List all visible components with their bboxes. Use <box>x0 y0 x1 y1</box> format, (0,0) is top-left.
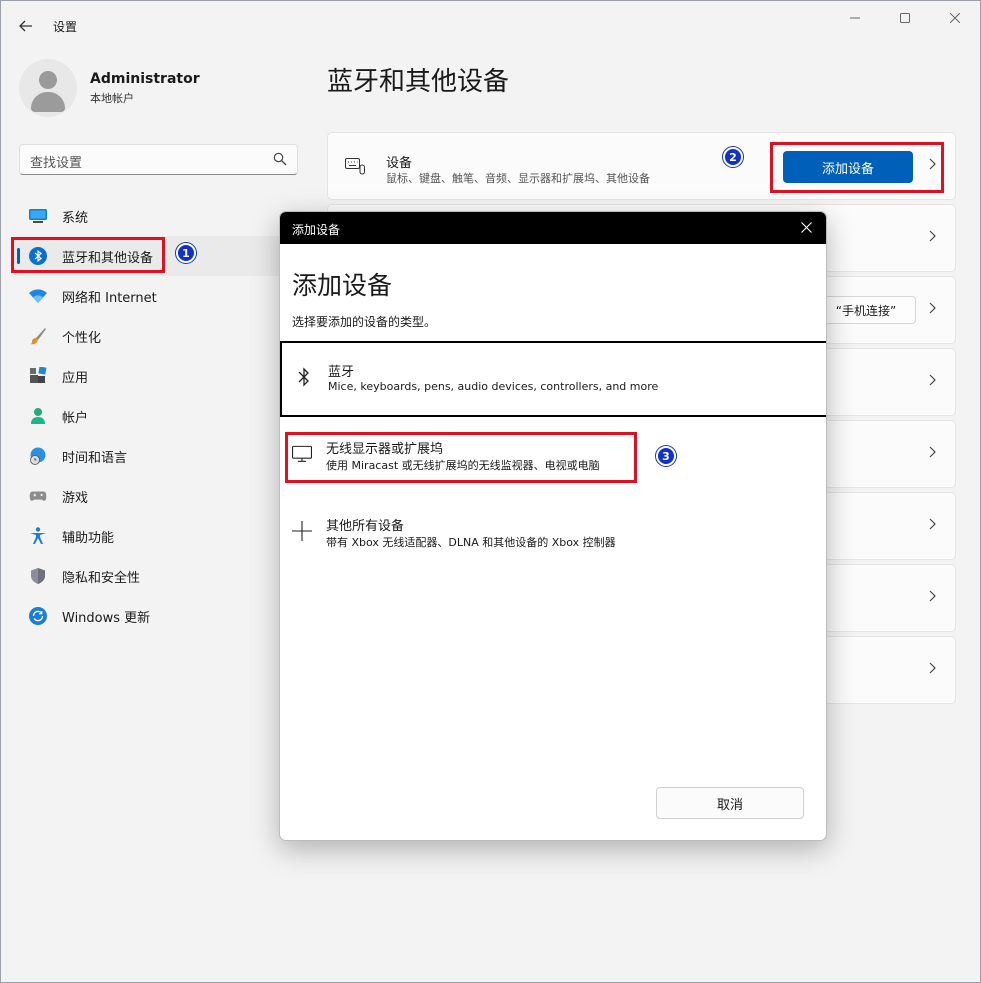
sidebar-item-label: 系统 <box>62 210 89 226</box>
option-description: Mice, keyboards, pens, audio devices, co… <box>328 380 659 393</box>
highlight-box-2 <box>770 142 944 193</box>
sidebar-item-personalization[interactable]: 个性化 <box>13 316 301 356</box>
phone-link-button[interactable]: “手机连接” <box>816 296 916 324</box>
apps-icon <box>29 367 47 385</box>
sidebar-item-time-language[interactable]: 时间和语言 <box>13 436 301 476</box>
globe-clock-icon <box>29 447 47 465</box>
keyboard-mouse-icon <box>345 158 365 175</box>
sidebar-item-accounts[interactable]: 帐户 <box>13 396 301 436</box>
add-device-dialog: 添加设备 添加设备 选择要添加的设备的类型。 蓝牙 Mice, keyboard… <box>279 211 827 841</box>
highlight-box-1 <box>11 237 165 273</box>
app-title: 设置 <box>53 20 78 34</box>
account-icon <box>29 407 47 425</box>
sidebar-item-label: 个性化 <box>62 330 102 346</box>
chevron-right-icon <box>929 518 937 534</box>
sidebar-item-label: 辅助功能 <box>62 530 115 546</box>
sidebar-item-label: 游戏 <box>62 490 89 506</box>
option-everything-else[interactable]: 其他所有设备 带有 Xbox 无线适配器、DLNA 和其他设备的 Xbox 控制… <box>280 497 826 573</box>
chevron-right-icon <box>929 302 937 318</box>
chevron-right-icon <box>929 662 937 678</box>
sidebar-item-label: Windows 更新 <box>62 610 151 626</box>
option-title: 蓝牙 <box>328 365 355 380</box>
close-icon[interactable] <box>801 219 812 237</box>
dialog-title-text: 添加设备 <box>292 223 341 237</box>
dialog-title-bar: 添加设备 <box>280 212 826 244</box>
minimize-icon[interactable] <box>830 1 880 35</box>
settings-window: 设置 Administrator 本地帐户 查找设置 系统 蓝牙和其他设备 网络… <box>0 0 981 983</box>
sidebar-item-label: 应用 <box>62 370 89 386</box>
close-icon[interactable] <box>930 1 980 35</box>
bluetooth-icon <box>294 367 314 387</box>
back-arrow-icon[interactable] <box>13 13 39 39</box>
update-icon <box>29 607 47 625</box>
sidebar-item-label: 隐私和安全性 <box>62 570 141 586</box>
chevron-right-icon <box>929 374 937 390</box>
sidebar-item-apps[interactable]: 应用 <box>13 356 301 396</box>
window-controls <box>830 1 980 35</box>
sidebar-item-system[interactable]: 系统 <box>13 196 301 236</box>
step-badge-1: 1 <box>176 243 196 263</box>
sidebar-item-windows-update[interactable]: Windows 更新 <box>13 596 301 636</box>
sidebar-item-gaming[interactable]: 游戏 <box>13 476 301 516</box>
profile-name: Administrator <box>90 70 200 87</box>
brush-icon <box>29 327 47 345</box>
step-badge-2: 2 <box>723 147 743 167</box>
step-badge-3: 3 <box>656 446 676 466</box>
user-profile: Administrator 本地帐户 <box>19 59 200 117</box>
sidebar-item-label: 帐户 <box>62 410 89 426</box>
chevron-right-icon <box>929 230 937 246</box>
chevron-right-icon <box>929 446 937 462</box>
highlight-box-3 <box>285 432 637 483</box>
search-icon <box>273 152 287 166</box>
search-input[interactable]: 查找设置 <box>19 144 298 175</box>
shield-icon <box>29 567 47 585</box>
sidebar-item-privacy[interactable]: 隐私和安全性 <box>13 556 301 596</box>
avatar <box>19 59 77 117</box>
wifi-icon <box>29 287 47 305</box>
devices-subtitle: 鼠标、键盘、触笔、音频、显示器和扩展坞、其他设备 <box>386 172 650 185</box>
option-bluetooth[interactable]: 蓝牙 Mice, keyboards, pens, audio devices,… <box>280 341 826 417</box>
chevron-right-icon <box>929 590 937 606</box>
search-placeholder: 查找设置 <box>30 156 83 171</box>
option-description: 带有 Xbox 无线适配器、DLNA 和其他设备的 Xbox 控制器 <box>326 536 616 549</box>
sidebar-item-accessibility[interactable]: 辅助功能 <box>13 516 301 556</box>
profile-account-type: 本地帐户 <box>90 91 134 105</box>
dialog-subtitle: 选择要添加的设备的类型。 <box>292 315 437 329</box>
sidebar-item-label: 时间和语言 <box>62 450 128 466</box>
maximize-icon[interactable] <box>880 1 930 35</box>
sidebar-item-label: 网络和 Internet <box>62 290 157 306</box>
cancel-button[interactable]: 取消 <box>656 787 804 819</box>
plus-icon <box>292 521 312 541</box>
dialog-heading: 添加设备 <box>292 271 393 300</box>
system-icon <box>29 207 47 225</box>
page-title: 蓝牙和其他设备 <box>327 67 510 97</box>
accessibility-icon <box>29 527 47 545</box>
sidebar-item-network[interactable]: 网络和 Internet <box>13 276 301 316</box>
devices-title: 设备 <box>386 156 413 171</box>
title-bar: 设置 <box>1 1 980 49</box>
gamepad-icon <box>29 487 47 505</box>
option-title: 其他所有设备 <box>326 519 405 534</box>
